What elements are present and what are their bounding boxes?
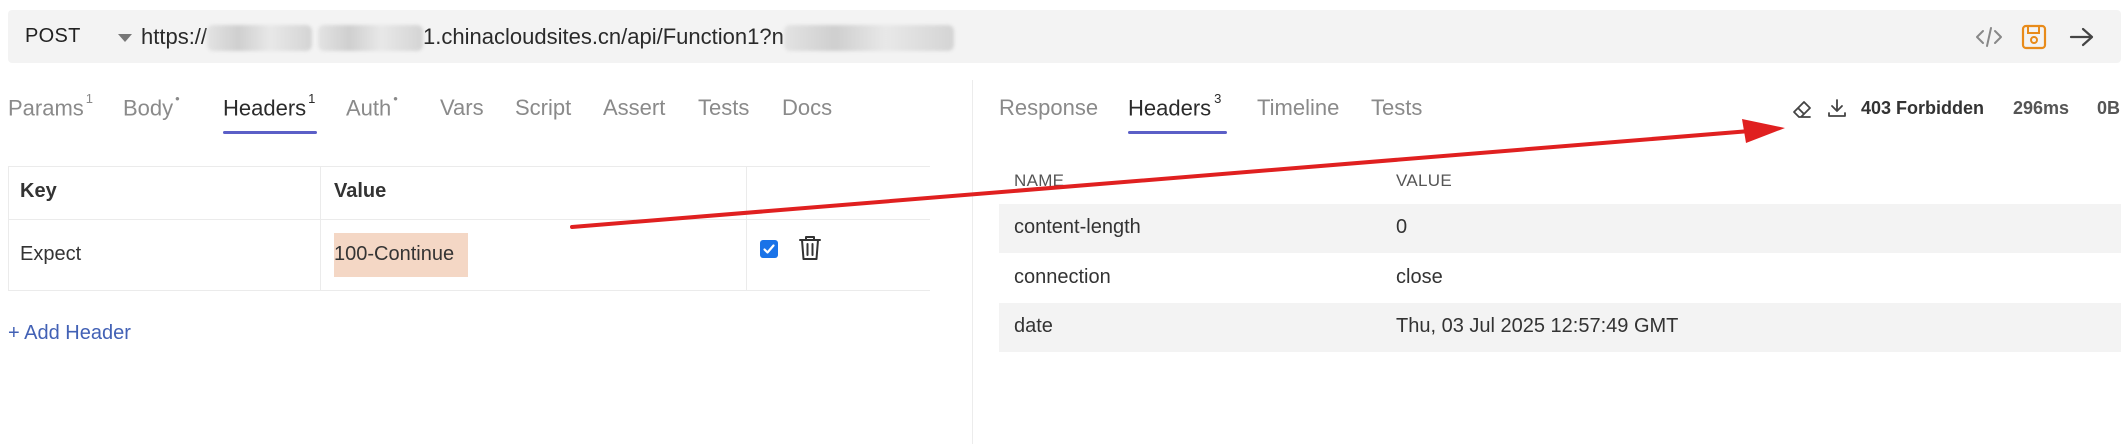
- column-header-key: Key: [20, 180, 57, 202]
- table-row: date Thu, 03 Jul 2025 12:57:49 GMT: [999, 303, 2121, 352]
- tab-body[interactable]: Body •: [123, 91, 180, 121]
- header-name: content-length: [1014, 216, 1141, 238]
- tab-params[interactable]: Params 1: [8, 91, 93, 121]
- table-row: connection close: [999, 254, 2121, 303]
- code-icon[interactable]: [1975, 23, 2003, 51]
- header-enabled-checkbox[interactable]: [760, 240, 778, 258]
- header-value: 0: [1396, 216, 1408, 238]
- url-input[interactable]: https:// 1.chinacloudsites.cn/api/Functio…: [141, 24, 954, 52]
- header-value-input[interactable]: 100-Continue: [334, 243, 454, 266]
- column-header-value: Value: [334, 180, 387, 202]
- table-border: [746, 166, 747, 290]
- save-icon[interactable]: [2020, 23, 2048, 51]
- eraser-icon[interactable]: [1791, 98, 1813, 125]
- add-header-button[interactable]: + Add Header: [8, 322, 131, 345]
- tab-timeline[interactable]: Timeline: [1257, 95, 1339, 121]
- status-code: 403 Forbidden: [1861, 98, 1985, 118]
- url-visible: 1.chinacloudsites.cn/api/Function1?n: [423, 24, 784, 49]
- tab-auth[interactable]: Auth •: [346, 91, 398, 121]
- tab-docs[interactable]: Docs: [782, 95, 832, 121]
- table-border: [8, 290, 930, 291]
- redacted-blur: [318, 25, 424, 52]
- active-tab-indicator: [223, 131, 317, 134]
- method-select[interactable]: POST: [25, 25, 81, 48]
- header-name: date: [1014, 315, 1053, 337]
- table-row: content-length 0: [999, 204, 2121, 253]
- response-size: 0B: [2097, 98, 2121, 118]
- tab-response-tests[interactable]: Tests: [1371, 95, 1422, 121]
- table-border: [8, 166, 930, 167]
- column-header-name: NAME: [1014, 171, 1065, 190]
- header-key-input[interactable]: Expect: [20, 243, 81, 266]
- chevron-down-icon[interactable]: [118, 34, 132, 42]
- tab-tests[interactable]: Tests: [698, 95, 749, 121]
- column-header-value: VALUE: [1396, 171, 1452, 190]
- tab-vars[interactable]: Vars: [440, 95, 484, 121]
- tab-script[interactable]: Script: [515, 95, 571, 121]
- header-value: close: [1396, 266, 1443, 288]
- download-icon[interactable]: [1826, 97, 1848, 124]
- trash-icon[interactable]: [797, 234, 823, 267]
- pane-divider[interactable]: [972, 80, 973, 444]
- url-bar: POST https:// 1.chinacloudsites.cn/api/Fu…: [8, 10, 2121, 63]
- tab-response-headers[interactable]: Headers 3: [1128, 91, 1221, 121]
- tab-assert[interactable]: Assert: [603, 95, 665, 121]
- send-arrow-icon[interactable]: [2068, 23, 2096, 51]
- header-value: Thu, 03 Jul 2025 12:57:49 GMT: [1396, 315, 1679, 337]
- tab-response[interactable]: Response: [999, 95, 1098, 121]
- active-tab-indicator: [1128, 131, 1227, 134]
- header-name: connection: [1014, 266, 1111, 288]
- url-prefix: https://: [141, 24, 208, 49]
- response-time: 296ms: [2013, 98, 2070, 118]
- redacted-blur: [207, 25, 313, 52]
- tab-headers[interactable]: Headers 1: [223, 91, 315, 121]
- table-border: [320, 166, 321, 290]
- redacted-blur: [783, 25, 954, 52]
- table-border: [8, 219, 930, 220]
- table-border: [8, 166, 9, 290]
